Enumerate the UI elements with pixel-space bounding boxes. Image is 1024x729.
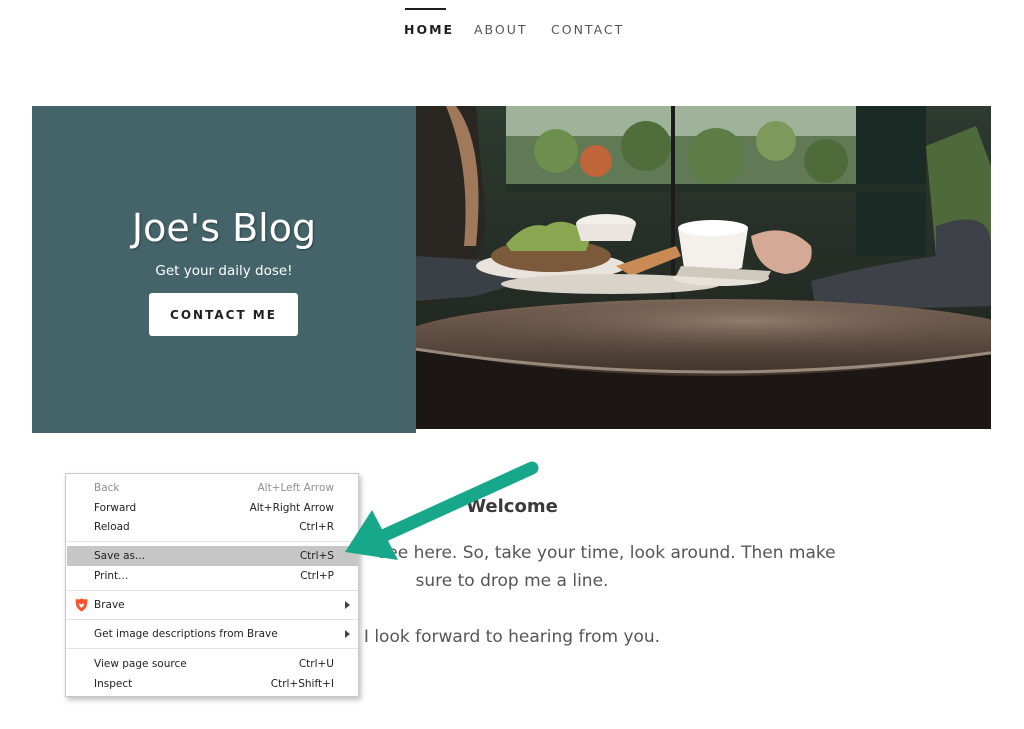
- cafe-table-photo-illustration: [416, 106, 991, 429]
- menu-item-inspect[interactable]: Inspect Ctrl+Shift+I: [67, 674, 358, 694]
- top-nav: HOME ABOUT CONTACT: [0, 0, 1024, 60]
- brave-lion-icon: [75, 598, 88, 612]
- menu-item-forward[interactable]: Forward Alt+Right Arrow: [67, 498, 358, 518]
- menu-item-print[interactable]: Print... Ctrl+P: [67, 566, 358, 586]
- nav-active-indicator: [405, 8, 446, 10]
- menu-separator: [67, 541, 358, 542]
- contact-me-button[interactable]: CONTACT ME: [149, 293, 298, 336]
- browser-context-menu: Back Alt+Left Arrow Forward Alt+Right Ar…: [65, 473, 359, 697]
- nav-home-link[interactable]: HOME: [404, 22, 454, 37]
- submenu-arrow-icon: [345, 601, 350, 609]
- site-title: Joe's Blog: [131, 206, 317, 250]
- menu-item-reload[interactable]: Reload Ctrl+R: [67, 517, 358, 537]
- menu-item-brave[interactable]: Brave: [67, 595, 358, 615]
- menu-separator: [67, 619, 358, 620]
- menu-item-view-page-source[interactable]: View page source Ctrl+U: [67, 654, 358, 674]
- site-tagline: Get your daily dose!: [155, 263, 293, 279]
- submenu-arrow-icon: [345, 630, 350, 638]
- menu-item-back[interactable]: Back Alt+Left Arrow: [67, 478, 358, 498]
- hero-panel: Joe's Blog Get your daily dose! CONTACT …: [32, 106, 416, 433]
- hero-cafe-photo: [416, 106, 991, 429]
- menu-item-save-as[interactable]: Save as... Ctrl+S: [67, 546, 358, 566]
- nav-about-link[interactable]: ABOUT: [474, 22, 528, 37]
- menu-separator: [67, 648, 358, 649]
- menu-separator: [67, 590, 358, 591]
- nav-contact-link[interactable]: CONTACT: [551, 22, 624, 37]
- menu-item-image-descriptions[interactable]: Get image descriptions from Brave: [67, 624, 358, 644]
